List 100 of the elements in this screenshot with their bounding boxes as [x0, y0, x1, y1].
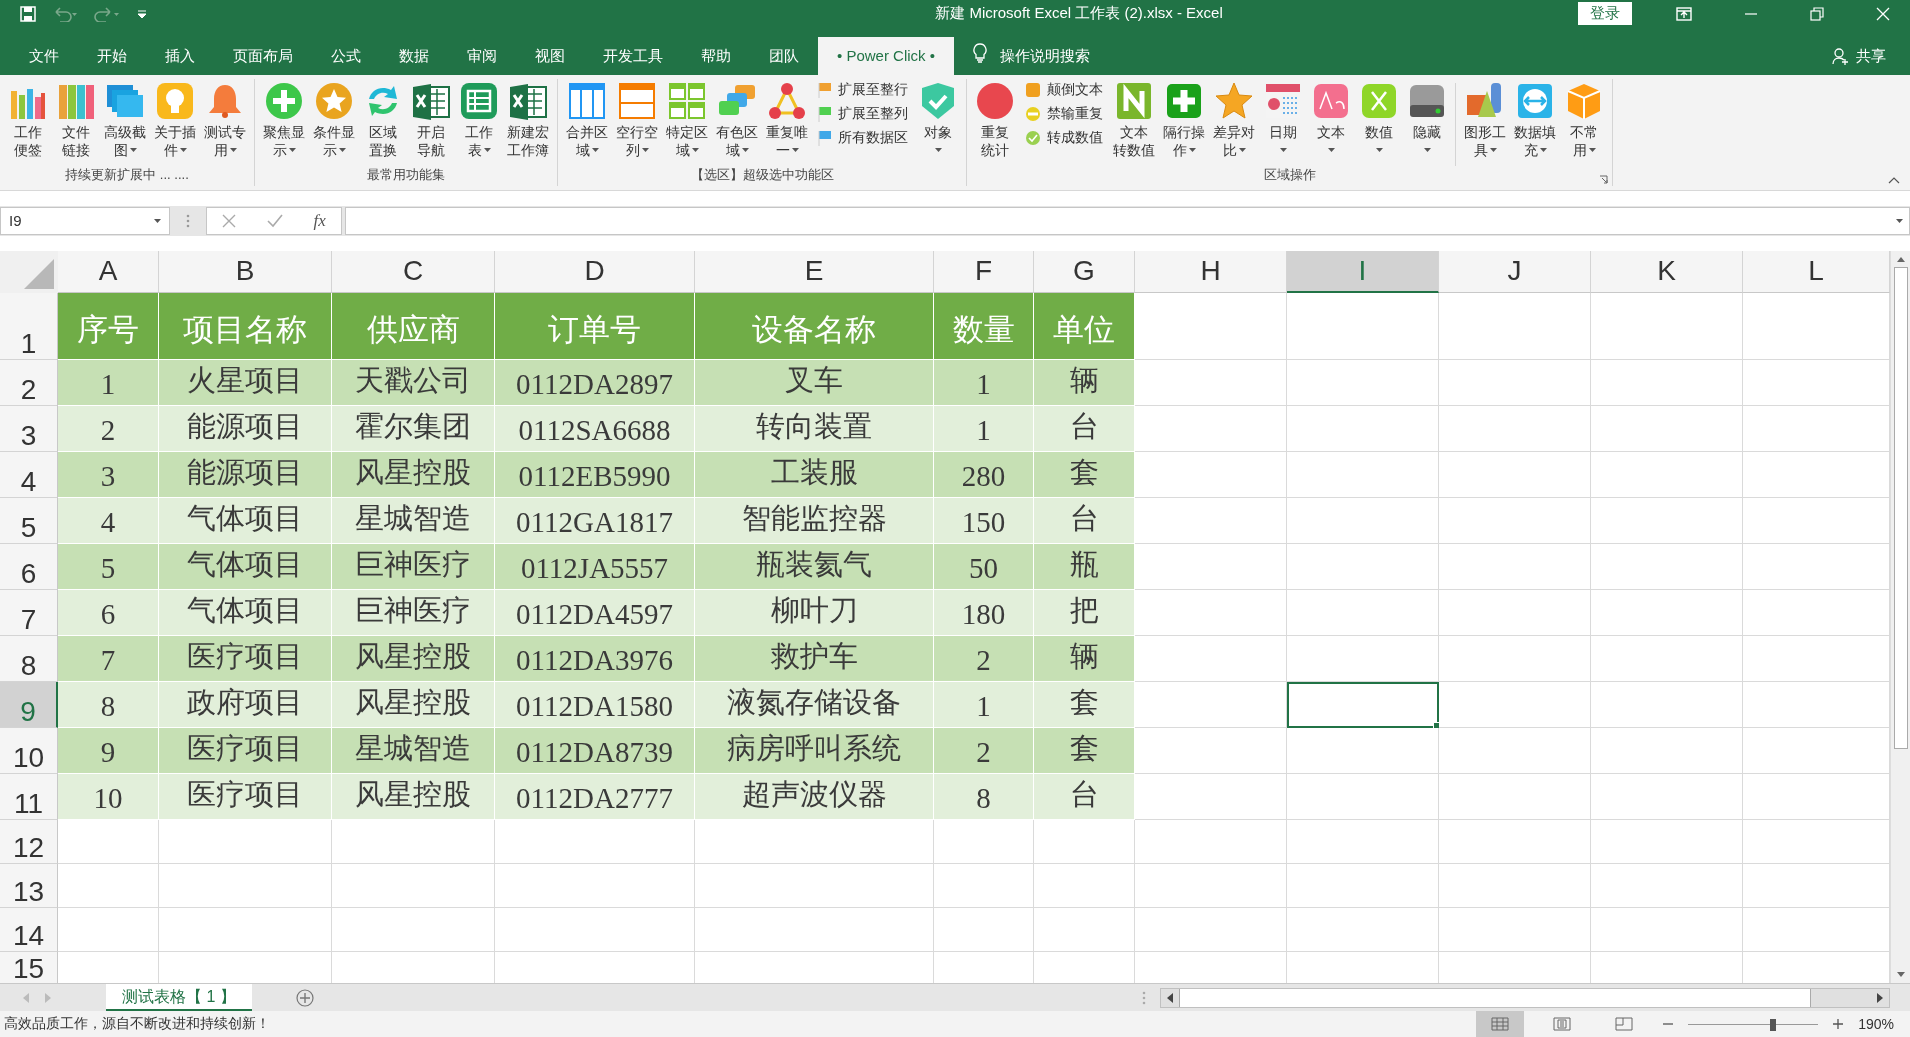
sheet-tab[interactable]: 测试表格【 1 】 — [106, 984, 252, 1011]
ribbon-button[interactable]: 隔行操 作 — [1159, 78, 1209, 159]
column-header[interactable]: I — [1287, 250, 1439, 293]
row-header[interactable]: 15 — [0, 951, 58, 983]
column-header[interactable]: H — [1135, 250, 1287, 293]
row-header[interactable]: 4 — [0, 451, 58, 498]
customize-caret-icon[interactable] — [136, 7, 148, 20]
ribbon-small-button[interactable]: 所有数据区 — [818, 128, 908, 147]
login-button[interactable]: 登录 — [1578, 2, 1632, 26]
ribbon-tab[interactable]: 视图 — [516, 36, 584, 75]
scroll-right-icon[interactable] — [1876, 992, 1884, 1003]
column-header[interactable]: K — [1591, 250, 1743, 293]
cancel-icon[interactable] — [222, 213, 237, 228]
row-header[interactable]: 13 — [0, 863, 58, 908]
enter-check-icon[interactable] — [266, 213, 283, 228]
ribbon-tab[interactable]: 审阅 — [448, 36, 516, 75]
ribbon-tab[interactable]: 帮助 — [682, 36, 750, 75]
insert-function-button[interactable]: fx — [313, 210, 326, 231]
ribbon-button[interactable]: 特定区 域 — [662, 78, 712, 159]
ribbon-button[interactable]: 不常 用 — [1560, 78, 1608, 159]
undo-icon[interactable] — [52, 5, 78, 22]
tell-me-search[interactable]: 操作说明搜索 — [1000, 36, 1091, 75]
ribbon-button[interactable]: 有色区 域 — [712, 78, 762, 159]
row-header[interactable]: 7 — [0, 589, 58, 636]
row-header[interactable]: 11 — [0, 773, 58, 820]
ribbon-tab[interactable]: 页面布局 — [214, 36, 312, 75]
ribbon-tab[interactable]: 公式 — [312, 36, 380, 75]
ribbon-button[interactable]: 工作 便签 — [4, 78, 52, 159]
ribbon-button[interactable]: 数据填 充 — [1510, 78, 1560, 159]
name-box[interactable]: I9 — [0, 206, 170, 235]
column-header[interactable]: C — [332, 250, 495, 293]
ribbon-button[interactable]: 日期 — [1259, 78, 1307, 159]
ribbon-tab[interactable]: 开发工具 — [584, 36, 682, 75]
ribbon-button[interactable]: 重复 统计 — [971, 78, 1019, 159]
normal-view-button[interactable] — [1476, 1011, 1525, 1037]
redo-icon[interactable] — [94, 5, 120, 22]
column-header[interactable]: B — [159, 250, 332, 293]
ribbon-tab[interactable]: 插入 — [146, 36, 214, 75]
column-header[interactable]: J — [1439, 250, 1591, 293]
zoom-in-icon[interactable] — [1832, 1018, 1845, 1030]
ribbon-button[interactable]: 文件 链接 — [52, 78, 100, 159]
row-header[interactable]: 10 — [0, 727, 58, 774]
ribbon-button[interactable]: 合并区 域 — [562, 78, 612, 159]
active-cell[interactable] — [1287, 681, 1439, 728]
ribbon-button[interactable]: 对象 — [914, 78, 962, 159]
ribbon-small-button[interactable]: 扩展至整列 — [818, 104, 908, 123]
row-header[interactable]: 8 — [0, 635, 58, 682]
ribbon-button[interactable]: 图形工 具 — [1460, 78, 1510, 159]
ribbon-button[interactable]: 条件显 示 — [309, 78, 359, 159]
ribbon-button[interactable]: 关于插 件 — [150, 78, 200, 159]
zoom-level[interactable]: 190% — [1858, 1016, 1910, 1032]
ribbon-button[interactable]: 测试专 用 — [200, 78, 250, 159]
ribbon-tab[interactable]: 文件 — [10, 36, 78, 75]
ribbon-button[interactable]: 文本 转数值 — [1109, 78, 1159, 159]
next-sheet-icon[interactable] — [44, 992, 52, 1003]
scroll-left-icon[interactable] — [1166, 992, 1174, 1003]
ribbon-small-button[interactable]: 禁输重复 — [1025, 104, 1103, 123]
save-icon[interactable] — [20, 5, 36, 22]
column-header[interactable]: A — [58, 250, 159, 293]
column-header[interactable]: D — [495, 250, 695, 293]
column-header[interactable]: L — [1743, 250, 1890, 293]
restore-icon[interactable] — [1810, 6, 1824, 21]
horizontal-scrollbar[interactable] — [1160, 987, 1890, 1008]
ribbon-button[interactable]: 工作 表 — [455, 78, 503, 159]
column-header[interactable]: E — [695, 250, 934, 293]
ribbon-button[interactable]: 数值 — [1355, 78, 1403, 159]
ribbon-small-button[interactable]: 转成数值 — [1025, 128, 1103, 147]
ribbon-button[interactable]: 重复唯 一 — [762, 78, 812, 159]
ribbon-button[interactable]: 新建宏 工作簿 — [503, 78, 553, 159]
row-header[interactable]: 2 — [0, 359, 58, 406]
row-header[interactable]: 12 — [0, 819, 58, 864]
column-header[interactable]: F — [934, 250, 1034, 293]
ribbon-tab[interactable]: 团队 — [750, 36, 818, 75]
add-sheet-icon[interactable] — [295, 988, 314, 1007]
drag-handle-icon[interactable] — [1142, 989, 1146, 1006]
row-header[interactable]: 14 — [0, 907, 58, 952]
select-all-icon[interactable] — [24, 258, 54, 289]
share-person-icon[interactable] — [1832, 46, 1850, 65]
ribbon-display-icon[interactable] — [1676, 6, 1692, 21]
share-button[interactable]: 共享 — [1850, 36, 1910, 75]
ribbon-button[interactable]: 隐藏 — [1403, 78, 1451, 159]
previous-sheet-icon[interactable] — [22, 992, 30, 1003]
vertical-scrollbar[interactable] — [1890, 250, 1910, 983]
ribbon-tab[interactable]: 开始 — [78, 36, 146, 75]
close-icon[interactable] — [1876, 6, 1890, 21]
row-header[interactable]: 3 — [0, 405, 58, 452]
row-header[interactable]: 6 — [0, 543, 58, 590]
column-header[interactable]: G — [1034, 250, 1135, 293]
ribbon-button[interactable]: 空行空 列 — [612, 78, 662, 159]
ribbon-button[interactable]: 区域 置换 — [359, 78, 407, 159]
row-header[interactable]: 9 — [0, 681, 58, 728]
scroll-down-icon[interactable] — [1895, 971, 1906, 979]
ribbon-small-button[interactable]: 扩展至整行 — [818, 80, 908, 99]
row-header[interactable]: 5 — [0, 497, 58, 544]
ribbon-button[interactable]: 差异对 比 — [1209, 78, 1259, 159]
ribbon-button[interactable]: 文本 — [1307, 78, 1355, 159]
zoom-slider[interactable] — [1688, 1019, 1819, 1029]
ribbon-tab[interactable]: 数据 — [380, 36, 448, 75]
ribbon-button[interactable]: 高级截 图 — [100, 78, 150, 159]
dialog-launcher-icon[interactable] — [1599, 174, 1608, 184]
